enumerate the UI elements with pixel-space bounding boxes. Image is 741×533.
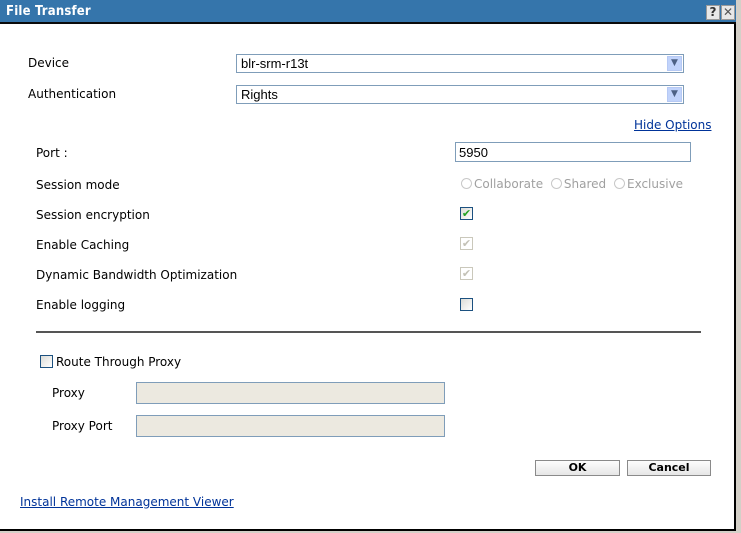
proxy-port-input[interactable] (136, 415, 445, 437)
chevron-down-icon: ▼ (667, 56, 682, 71)
dialog-title: File Transfer (6, 4, 91, 19)
dynamic-bandwidth-label: Dynamic Bandwidth Optimization (36, 268, 238, 282)
help-button[interactable]: ? (706, 5, 720, 20)
enable-caching-label: Enable Caching (36, 238, 130, 252)
cancel-button[interactable]: Cancel (627, 460, 711, 476)
authentication-label: Authentication (28, 87, 117, 101)
authentication-value: Rights (241, 87, 278, 102)
session-encryption-label: Session encryption (36, 208, 150, 222)
radio-exclusive[interactable]: Exclusive (613, 177, 684, 191)
proxy-input[interactable] (136, 382, 445, 404)
check-icon: ✔ (461, 237, 472, 250)
port-label: Port : (36, 146, 68, 160)
dynamic-bandwidth-checkbox[interactable]: ✔ (460, 267, 473, 280)
hide-options-link[interactable]: Hide Options (634, 118, 711, 132)
radio-circle-icon (613, 178, 625, 189)
enable-logging-label: Enable logging (36, 298, 126, 312)
radio-exclusive-label: Exclusive (626, 177, 684, 191)
radio-circle-icon (550, 178, 562, 189)
port-input[interactable] (455, 142, 691, 162)
help-icon: ? (709, 5, 717, 19)
proxy-label: Proxy (52, 386, 85, 400)
route-through-proxy-checkbox[interactable] (40, 355, 53, 368)
device-select[interactable]: blr-srm-r13t ▼ (236, 54, 684, 73)
install-viewer-link[interactable]: Install Remote Management Viewer (20, 495, 234, 509)
chevron-down-icon: ▼ (667, 87, 682, 102)
radio-collaborate[interactable]: Collaborate (461, 177, 543, 191)
proxy-port-label: Proxy Port (52, 419, 113, 433)
enable-logging-checkbox[interactable] (460, 298, 473, 311)
ok-button[interactable]: OK (535, 460, 620, 476)
radio-shared[interactable]: Shared (550, 177, 607, 191)
close-button[interactable]: ✕ (721, 5, 735, 20)
session-mode-radio-group: Collaborate Shared Exclusive (461, 177, 687, 191)
session-encryption-checkbox[interactable]: ✔ (460, 207, 473, 220)
radio-circle-icon (461, 178, 472, 189)
authentication-select[interactable]: Rights ▼ (236, 85, 684, 104)
file-transfer-dialog: File Transfer ? ✕ Device blr-srm-r13t ▼ … (0, 0, 736, 531)
radio-shared-label: Shared (563, 177, 607, 191)
close-icon: ✕ (722, 5, 734, 19)
check-icon: ✔ (461, 207, 472, 220)
route-through-proxy-label: Route Through Proxy (56, 355, 182, 369)
device-value: blr-srm-r13t (241, 56, 309, 71)
radio-collaborate-label: Collaborate (474, 177, 544, 191)
check-icon: ✔ (461, 267, 472, 280)
device-label: Device (28, 56, 70, 70)
section-divider (36, 331, 701, 333)
session-mode-label: Session mode (36, 178, 120, 192)
title-bar: File Transfer ? ✕ (0, 0, 736, 24)
enable-caching-checkbox[interactable]: ✔ (460, 237, 473, 250)
